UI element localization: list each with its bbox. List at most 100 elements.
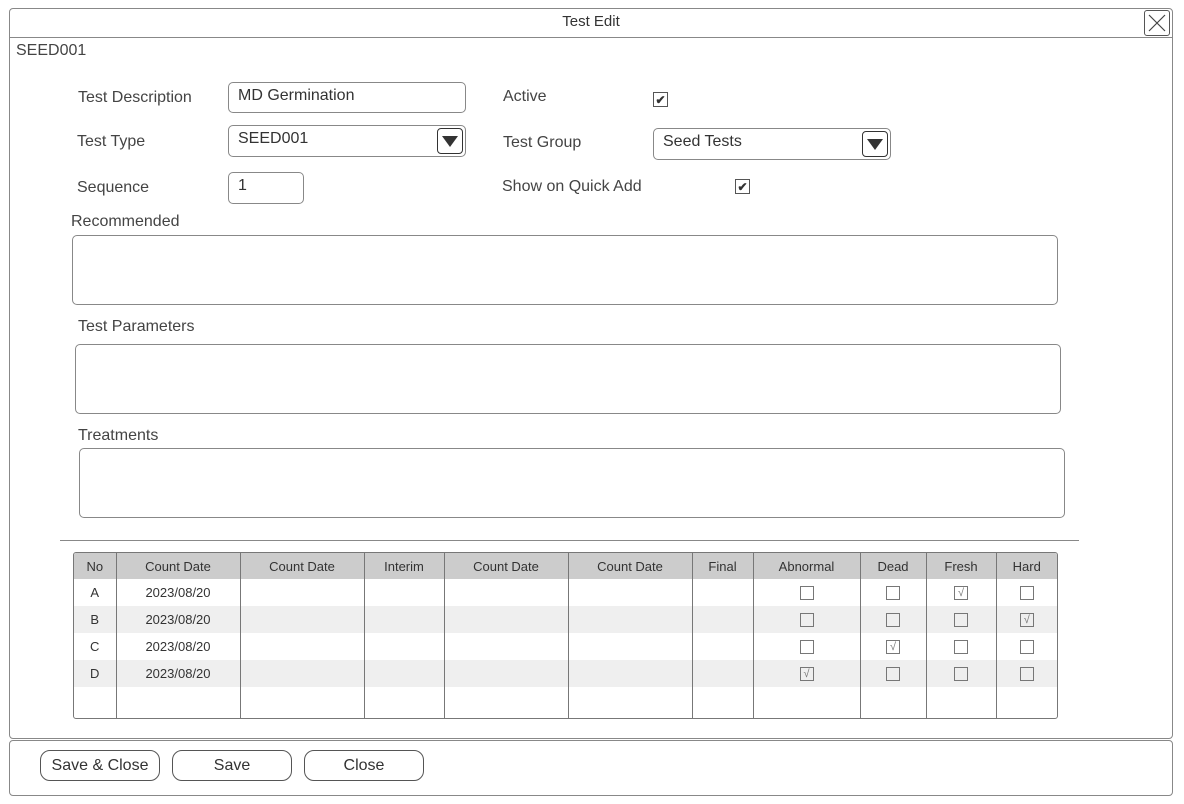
row-checkbox[interactable]: √ bbox=[954, 586, 968, 601]
table-cell bbox=[995, 687, 1057, 718]
row-checkbox[interactable] bbox=[799, 586, 814, 601]
row-checkbox[interactable] bbox=[1019, 667, 1034, 682]
dialog-title: Test Edit bbox=[9, 8, 1173, 38]
column-header: Final bbox=[691, 553, 753, 579]
table-cell bbox=[752, 633, 860, 660]
table-cell bbox=[239, 687, 364, 718]
table-cell: A bbox=[90, 585, 100, 600]
row-checkbox[interactable] bbox=[1019, 586, 1034, 601]
table-cell bbox=[363, 579, 444, 606]
table-cell bbox=[925, 687, 996, 718]
table-cell bbox=[995, 660, 1057, 687]
close-button[interactable]: Close bbox=[304, 750, 424, 781]
table-row[interactable]: D 2023/08/20 √ bbox=[74, 660, 1057, 687]
quick-add-label: Show on Quick Add bbox=[502, 178, 642, 195]
column-header: Fresh bbox=[925, 553, 996, 579]
table-cell bbox=[443, 579, 568, 606]
active-label: Active bbox=[503, 88, 547, 105]
row-checkbox[interactable]: √ bbox=[799, 667, 814, 682]
quick-add-checkbox[interactable]: ✔ bbox=[735, 179, 750, 194]
column-header: Count Date bbox=[443, 553, 568, 579]
row-checkbox[interactable] bbox=[799, 640, 814, 655]
table-cell bbox=[691, 660, 753, 687]
treatments-textarea[interactable] bbox=[79, 448, 1065, 518]
table-cell bbox=[443, 606, 568, 633]
table-cell bbox=[363, 660, 444, 687]
table-row[interactable]: C 2023/08/20 √ bbox=[74, 633, 1057, 660]
save-button[interactable]: Save bbox=[172, 750, 292, 781]
chevron-down-icon[interactable] bbox=[437, 128, 463, 154]
table-cell bbox=[567, 579, 692, 606]
table-cell bbox=[74, 687, 116, 718]
treatments-label: Treatments bbox=[78, 427, 159, 444]
table-cell bbox=[239, 660, 364, 687]
table-cell bbox=[691, 606, 753, 633]
row-checkbox[interactable] bbox=[799, 613, 814, 628]
row-checkbox[interactable]: √ bbox=[886, 640, 900, 655]
table-row[interactable]: A 2023/08/20 √ bbox=[74, 579, 1057, 606]
table-row[interactable]: B 2023/08/20 √ bbox=[74, 606, 1057, 633]
column-header: Count Date bbox=[115, 553, 240, 579]
table-cell: √ bbox=[752, 660, 860, 687]
divider bbox=[60, 540, 1079, 541]
table-cell bbox=[443, 687, 568, 718]
table-cell: 2023/08/20 bbox=[115, 606, 240, 633]
test-group-dropdown[interactable]: Seed Tests bbox=[653, 128, 891, 160]
active-checkbox[interactable]: ✔ bbox=[653, 92, 668, 107]
table-cell: 2023/08/20 bbox=[115, 579, 240, 606]
table-cell bbox=[752, 687, 860, 718]
table-cell: √ bbox=[925, 579, 996, 606]
table-cell bbox=[925, 633, 996, 660]
test-description-label: Test Description bbox=[78, 89, 192, 106]
row-checkbox[interactable] bbox=[954, 667, 968, 682]
recommended-textarea[interactable] bbox=[72, 235, 1058, 305]
table-cell bbox=[859, 606, 926, 633]
table-cell bbox=[567, 660, 692, 687]
record-code: SEED001 bbox=[16, 42, 87, 59]
row-checkbox[interactable] bbox=[886, 613, 900, 628]
table-cell bbox=[239, 633, 364, 660]
chevron-down-icon[interactable] bbox=[862, 131, 888, 157]
column-header: No bbox=[74, 553, 116, 579]
column-header: Hard bbox=[995, 553, 1057, 579]
recommended-label: Recommended bbox=[71, 213, 180, 230]
test-description-input[interactable]: MD Germination bbox=[228, 82, 466, 113]
row-checkbox[interactable] bbox=[954, 613, 968, 628]
table-cell bbox=[363, 687, 444, 718]
count-table: No Count Date Count Date Interim Count Date C… bbox=[73, 552, 1058, 719]
row-checkbox[interactable] bbox=[886, 667, 900, 682]
test-group-label: Test Group bbox=[503, 134, 582, 151]
test-parameters-textarea[interactable] bbox=[75, 344, 1061, 414]
table-cell bbox=[859, 579, 926, 606]
table-cell: D bbox=[74, 660, 116, 687]
column-header: Interim bbox=[363, 553, 444, 579]
column-header: Abnormal bbox=[752, 553, 860, 579]
sequence-input[interactable]: 1 bbox=[228, 172, 304, 204]
column-header: Dead bbox=[859, 553, 926, 579]
table-cell: √ bbox=[859, 633, 926, 660]
table-cell bbox=[239, 606, 364, 633]
save-close-button[interactable]: Save & Close bbox=[40, 750, 160, 781]
table-cell bbox=[567, 633, 692, 660]
row-checkbox[interactable]: √ bbox=[1019, 613, 1034, 628]
table-cell bbox=[443, 633, 568, 660]
table-cell bbox=[859, 687, 926, 718]
table-row[interactable] bbox=[74, 687, 1057, 718]
table-cell bbox=[567, 687, 692, 718]
test-type-dropdown[interactable]: SEED001 bbox=[228, 125, 466, 157]
table-cell bbox=[925, 606, 996, 633]
table-cell bbox=[859, 660, 926, 687]
table-cell: 2023/08/20 bbox=[115, 660, 240, 687]
table-cell bbox=[443, 660, 568, 687]
test-parameters-label: Test Parameters bbox=[78, 318, 195, 335]
table-cell: 2023/08/20 bbox=[115, 633, 240, 660]
close-icon[interactable] bbox=[1144, 10, 1170, 36]
row-checkbox[interactable] bbox=[886, 586, 900, 601]
test-type-value: SEED001 bbox=[238, 130, 309, 147]
test-group-value: Seed Tests bbox=[663, 133, 742, 150]
table-cell bbox=[239, 579, 364, 606]
table-cell bbox=[995, 633, 1057, 660]
row-checkbox[interactable] bbox=[954, 640, 968, 655]
table-cell bbox=[752, 579, 860, 606]
row-checkbox[interactable] bbox=[1019, 640, 1034, 655]
